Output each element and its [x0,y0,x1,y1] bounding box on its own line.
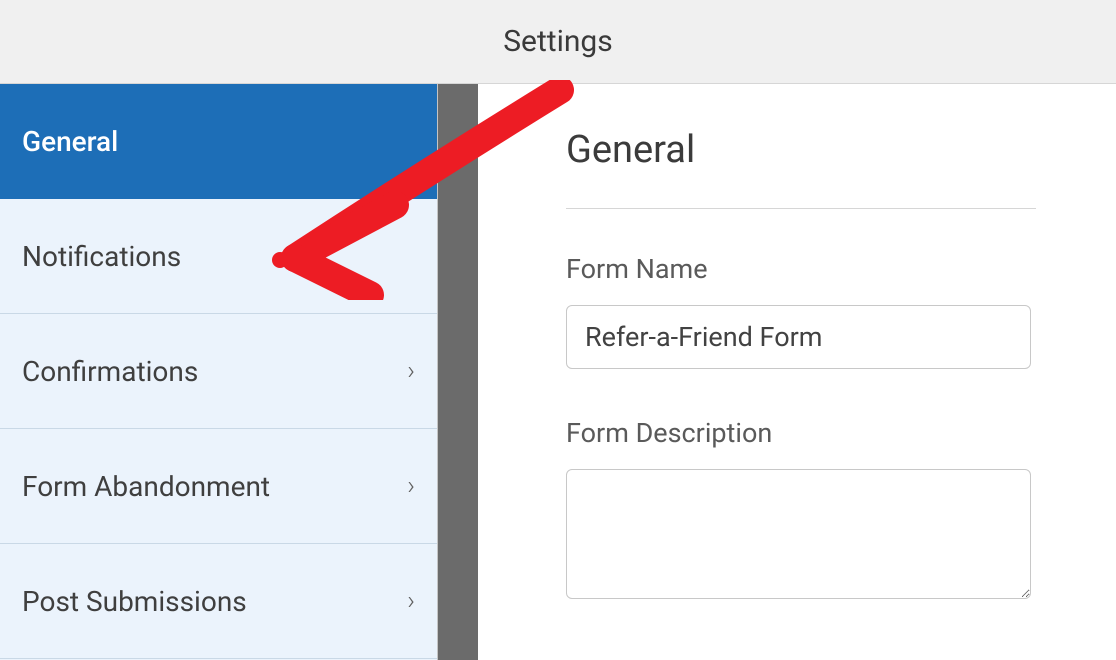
sidebar: General Notifications Confirmations › Fo… [0,84,438,660]
form-description-label: Form Description [566,417,1036,449]
sidebar-item-label: Confirmations [22,355,198,388]
sidebar-item-label: Post Submissions [22,585,247,618]
panel-divider [438,84,478,660]
chevron-right-icon: › [407,471,415,501]
form-name-label: Form Name [566,253,1036,285]
sidebar-item-form-abandonment[interactable]: Form Abandonment › [0,429,437,544]
page-title: Settings [503,24,613,59]
chevron-right-icon: › [407,356,415,386]
sidebar-item-general[interactable]: General [0,84,437,199]
header: Settings [0,0,1116,84]
form-description-textarea[interactable] [566,469,1031,599]
body: General Notifications Confirmations › Fo… [0,84,1116,660]
sidebar-item-confirmations[interactable]: Confirmations › [0,314,437,429]
sidebar-item-label: Notifications [22,240,181,273]
main-panel: General Form Name Form Description [478,84,1116,660]
sidebar-item-notifications[interactable]: Notifications [0,199,437,314]
sidebar-item-label: Form Abandonment [22,470,270,503]
panel-title: General [566,128,1036,172]
form-name-input[interactable] [566,305,1031,369]
sidebar-item-label: General [22,125,118,158]
sidebar-item-post-submissions[interactable]: Post Submissions › [0,544,437,659]
chevron-right-icon: › [407,586,415,616]
divider [566,208,1036,209]
